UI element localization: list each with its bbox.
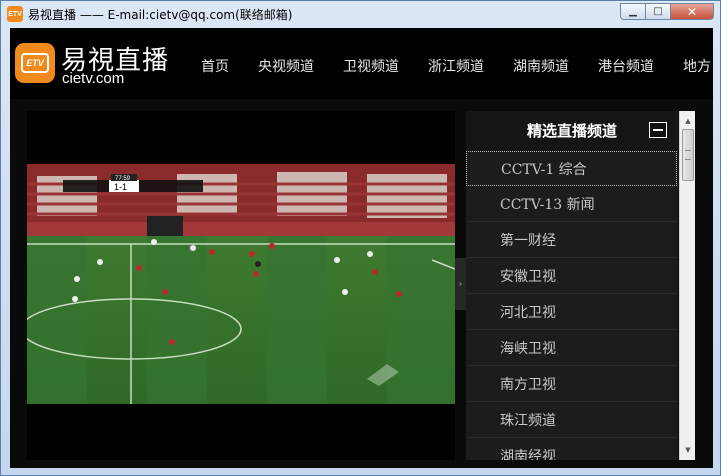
window-title: 易视直播 —— E-mail:cietv@qq.com(联络邮箱) bbox=[28, 8, 293, 22]
nav-item-cctv[interactable]: 央视频道 bbox=[258, 56, 314, 76]
match-time: 77:59 bbox=[115, 176, 131, 182]
scroll-down-icon[interactable]: ▼ bbox=[680, 442, 695, 458]
panel-collapse-button[interactable] bbox=[649, 122, 667, 138]
channel-item[interactable]: 珠江频道 bbox=[466, 402, 677, 438]
channel-item[interactable]: 第一财经 bbox=[466, 222, 677, 258]
scroll-up-icon[interactable]: ▲ bbox=[680, 113, 695, 129]
panel-title: 精选直播频道 bbox=[526, 121, 617, 140]
scroll-thumb[interactable] bbox=[682, 129, 694, 181]
channel-item[interactable]: CCTV-1 综合 bbox=[466, 151, 677, 186]
football-match-image: 1-1 77:59 bbox=[27, 164, 455, 404]
logo-icon-text: ETV bbox=[21, 53, 49, 73]
logo-url: cietv.com bbox=[62, 70, 125, 87]
channel-item[interactable]: CCTV-13 新闻 bbox=[466, 186, 677, 222]
channel-panel: 精选直播频道 CCTV-1 综合 CCTV-13 新闻 第一财经 安徽卫视 河北… bbox=[466, 111, 695, 460]
nav-item-zhejiang[interactable]: 浙江频道 bbox=[428, 56, 484, 76]
nav-item-local[interactable]: 地方 bbox=[683, 56, 711, 76]
minimize-button[interactable]: ▁ bbox=[620, 3, 646, 20]
nav-item-home[interactable]: 首页 bbox=[201, 56, 229, 76]
score-text: 1-1 bbox=[114, 182, 127, 192]
nav-item-hunan[interactable]: 湖南频道 bbox=[513, 56, 569, 76]
title-bar[interactable]: ETV 易视直播 —— E-mail:cietv@qq.com(联络邮箱) ▁ … bbox=[1, 1, 720, 27]
video-frame[interactable]: 1-1 77:59 bbox=[27, 164, 455, 404]
channel-item[interactable]: 南方卫视 bbox=[466, 366, 677, 402]
video-player[interactable]: 1-1 77:59 bbox=[27, 111, 455, 460]
minus-icon bbox=[653, 129, 663, 131]
logo-icon: ETV bbox=[15, 43, 55, 83]
panel-toggle-tab[interactable]: › bbox=[455, 258, 466, 310]
app-icon: ETV bbox=[7, 6, 23, 22]
nav-item-satellite[interactable]: 卫视频道 bbox=[343, 56, 399, 76]
channel-item[interactable]: 湖南经视 bbox=[466, 438, 677, 460]
app-window: ETV 易视直播 —— E-mail:cietv@qq.com(联络邮箱) ▁ … bbox=[0, 0, 721, 476]
maximize-button[interactable]: □ bbox=[645, 3, 671, 20]
main-area: 1-1 77:59 › 精选直播频道 CCTV-1 综合 CCTV-13 新闻 … bbox=[10, 99, 713, 468]
channel-item[interactable]: 安徽卫视 bbox=[466, 258, 677, 294]
channel-item[interactable]: 海峡卫视 bbox=[466, 330, 677, 366]
app-header: ETV 易視直播 cietv.com 首页 央视频道 卫视频道 浙江频道 湖南频… bbox=[10, 28, 713, 99]
main-nav: 首页 央视频道 卫视频道 浙江频道 湖南频道 港台频道 地方 bbox=[201, 56, 713, 76]
window-controls: ▁ □ ✕ bbox=[620, 3, 714, 20]
channel-list: CCTV-1 综合 CCTV-13 新闻 第一财经 安徽卫视 河北卫视 海峡卫视… bbox=[466, 151, 678, 460]
channel-item[interactable]: 河北卫视 bbox=[466, 294, 677, 330]
nav-item-hktw[interactable]: 港台频道 bbox=[598, 56, 654, 76]
close-button[interactable]: ✕ bbox=[670, 3, 714, 20]
channel-scrollbar[interactable]: ▲ ▼ bbox=[679, 111, 695, 460]
